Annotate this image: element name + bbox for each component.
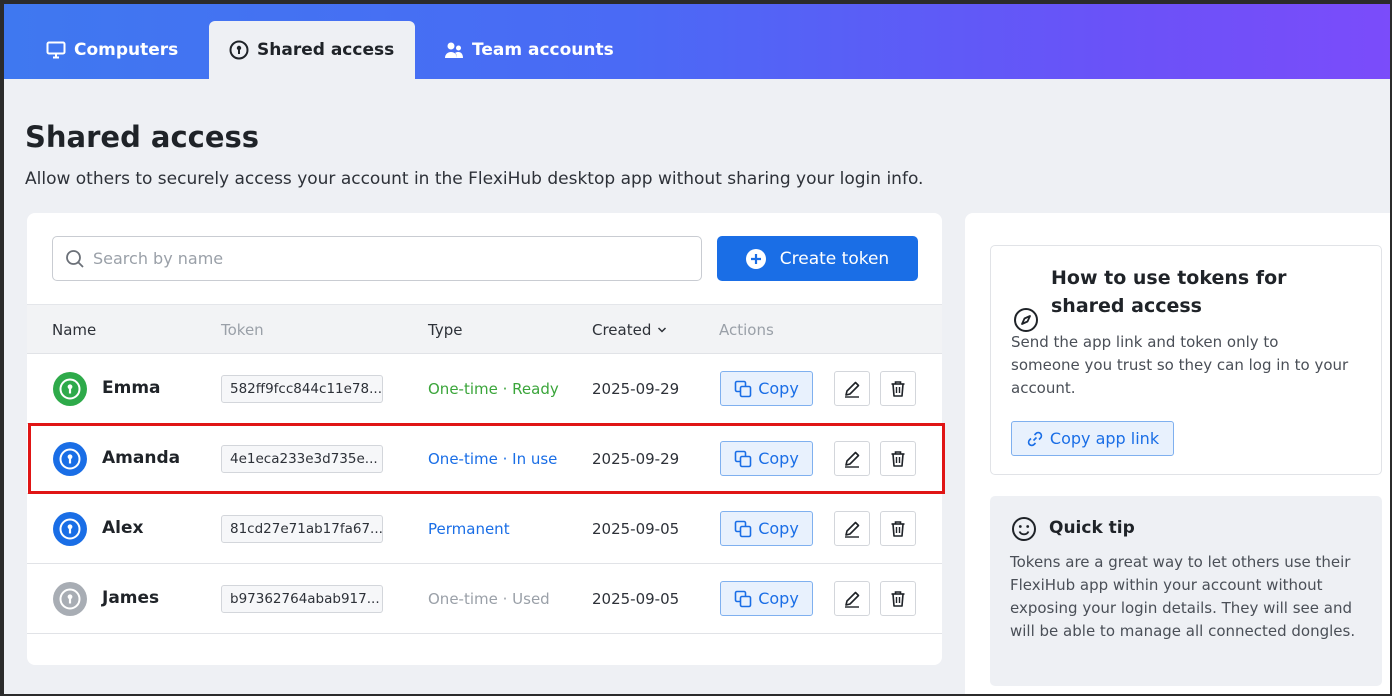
row-created: 2025-09-05 — [592, 590, 680, 608]
create-token-button[interactable]: Create token — [717, 236, 918, 281]
monitor-icon — [46, 41, 66, 59]
delete-button[interactable] — [880, 511, 916, 546]
column-header-created[interactable]: Created — [592, 321, 667, 339]
app-window: Computers Shared access Team accounts Sh… — [4, 4, 1390, 694]
row-type: One-time · Used — [428, 590, 550, 608]
row-type: One-time · In use — [428, 450, 558, 468]
copy-token-button[interactable]: Copy — [720, 581, 813, 616]
key-circle-icon — [59, 378, 81, 400]
table-row[interactable]: Emma 582ff9fcc844c11e78... One-time · Re… — [27, 354, 942, 424]
smile-icon — [1012, 517, 1036, 541]
pencil-icon — [845, 451, 860, 468]
pencil-icon — [845, 381, 860, 398]
row-token: 582ff9fcc844c11e78... — [221, 375, 383, 403]
copy-token-button[interactable]: Copy — [720, 511, 813, 546]
table-header: Name Token Type Created Actions — [27, 304, 942, 354]
trash-icon — [891, 380, 905, 397]
edit-button[interactable] — [834, 511, 870, 546]
delete-button[interactable] — [880, 371, 916, 406]
search-input[interactable] — [93, 249, 653, 268]
row-name: Emma — [102, 378, 161, 398]
key-circle-icon — [59, 518, 81, 540]
user-key-avatar — [53, 582, 87, 616]
howto-body: Send the app link and token only to some… — [1011, 333, 1349, 397]
row-name: James — [102, 588, 160, 608]
row-type: One-time · Ready — [428, 380, 559, 398]
tab-computers[interactable]: Computers — [26, 21, 206, 79]
copy-icon — [734, 590, 752, 607]
column-header-name: Name — [52, 321, 97, 339]
create-token-label: Create token — [779, 248, 890, 269]
copy-icon — [734, 380, 752, 397]
help-panel: How to use tokens for shared access Send… — [965, 213, 1390, 694]
key-circle-icon — [59, 448, 81, 470]
row-name: Alex — [102, 518, 144, 538]
copy-label: Copy — [758, 519, 799, 538]
row-name: Amanda — [102, 448, 181, 468]
key-circle-icon — [59, 588, 81, 610]
quick-tip-title: Quick tip — [1049, 518, 1135, 538]
copy-label: Copy — [758, 379, 799, 398]
column-header-type: Type — [428, 321, 463, 339]
howto-card: How to use tokens for shared access Send… — [990, 245, 1382, 475]
table-row[interactable]: Amanda 4e1eca233e3d735e... One-time · In… — [27, 424, 942, 494]
copy-app-link-label: Copy app link — [1049, 429, 1160, 448]
page-title: Shared access — [25, 120, 260, 154]
page-subtitle: Allow others to securely access your acc… — [25, 169, 924, 189]
users-icon — [445, 42, 463, 58]
edit-button[interactable] — [834, 371, 870, 406]
row-token: 81cd27e71ab17fa67... — [221, 515, 383, 543]
user-key-avatar — [53, 442, 87, 476]
pencil-icon — [845, 591, 860, 608]
copy-app-link-button[interactable]: Copy app link — [1011, 421, 1174, 456]
copy-token-button[interactable]: Copy — [720, 371, 813, 406]
link-icon — [1027, 431, 1043, 446]
column-header-created-label: Created — [592, 321, 652, 339]
delete-button[interactable] — [880, 441, 916, 476]
top-navigation-bar: Computers Shared access Team accounts — [4, 4, 1390, 79]
howto-title: How to use tokens for shared access — [1051, 267, 1287, 317]
trash-icon — [891, 450, 905, 467]
pencil-icon — [845, 521, 860, 538]
copy-token-button[interactable]: Copy — [720, 441, 813, 476]
table-row[interactable]: Alex 81cd27e71ab17fa67... Permanent 2025… — [27, 494, 942, 564]
column-header-actions: Actions — [719, 321, 774, 339]
tokens-card: Create token Name Token Type Created Act… — [27, 213, 942, 665]
tab-label: Team accounts — [472, 40, 614, 60]
column-header-token: Token — [221, 321, 264, 339]
copy-label: Copy — [758, 449, 799, 468]
tab-label: Shared access — [257, 40, 395, 60]
trash-icon — [891, 590, 905, 607]
quick-tip-card: Quick tip Tokens are a great way to let … — [990, 496, 1382, 686]
copy-label: Copy — [758, 589, 799, 608]
tab-team-accounts[interactable]: Team accounts — [424, 21, 634, 79]
delete-button[interactable] — [880, 581, 916, 616]
table-row[interactable]: James b97362764abab917... One-time · Use… — [27, 564, 942, 634]
user-key-avatar — [53, 512, 87, 546]
edit-button[interactable] — [834, 441, 870, 476]
copy-icon — [734, 520, 752, 537]
compass-icon — [1014, 308, 1038, 332]
key-circle-icon — [229, 40, 249, 60]
edit-button[interactable] — [834, 581, 870, 616]
row-created: 2025-09-05 — [592, 520, 680, 538]
tab-label: Computers — [74, 40, 179, 60]
tab-shared-access[interactable]: Shared access — [209, 21, 415, 79]
search-icon — [66, 249, 84, 268]
trash-icon — [891, 520, 905, 537]
row-created: 2025-09-29 — [592, 450, 680, 468]
quick-tip-body: Tokens are a great way to let others use… — [1010, 553, 1356, 640]
chevron-down-icon — [658, 327, 667, 333]
row-token: 4e1eca233e3d735e... — [221, 445, 383, 473]
search-box — [52, 236, 702, 281]
row-type: Permanent — [428, 520, 510, 538]
user-key-avatar — [53, 372, 87, 406]
copy-icon — [734, 450, 752, 467]
row-created: 2025-09-29 — [592, 380, 680, 398]
row-token: b97362764abab917... — [221, 585, 383, 613]
plus-circle-icon — [745, 248, 766, 269]
